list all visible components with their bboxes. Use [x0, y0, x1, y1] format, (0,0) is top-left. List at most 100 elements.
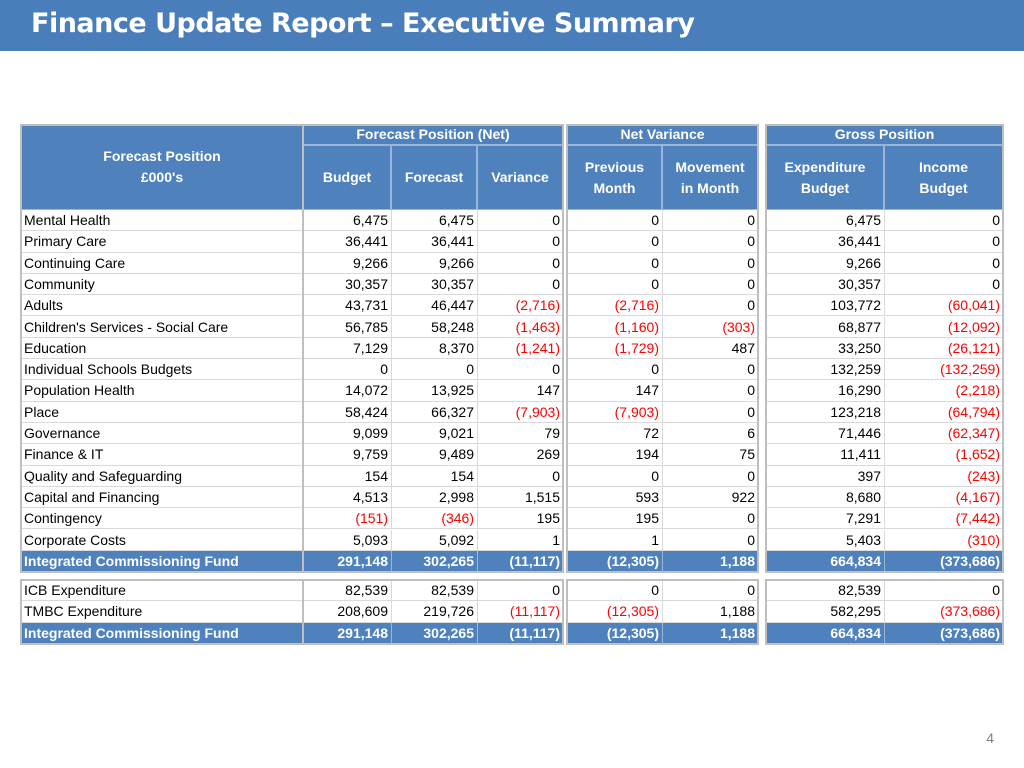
table-cell: 0: [567, 273, 662, 296]
table-cell: 0: [477, 231, 563, 253]
table-cell: 291,148: [303, 550, 391, 573]
table-cell: 0: [477, 359, 563, 381]
table-cell: 9,759: [303, 444, 391, 466]
table-cell: (11,117): [477, 601, 563, 623]
table-cell: 9,266: [391, 252, 477, 274]
table-cell: 66,327: [391, 401, 477, 423]
table-cell: 0: [567, 231, 662, 253]
table-cell: 0: [662, 359, 758, 381]
table-cell: (2,716): [567, 295, 662, 317]
table-cell: 0: [662, 295, 758, 317]
table-cell: 154: [303, 465, 391, 487]
table-cell: 593: [567, 486, 662, 509]
table-cell: (132,259): [884, 359, 1003, 381]
table-cell: 9,021: [391, 423, 477, 445]
row-label: Primary Care: [21, 231, 303, 253]
table-cell: 5,093: [303, 529, 391, 551]
table-cell: 0: [567, 210, 662, 232]
table-cell: 0: [884, 580, 1003, 602]
table-cell: 132,259: [766, 359, 884, 381]
table-cell: 0: [662, 508, 758, 530]
row-label: Place: [21, 402, 303, 423]
row-label-header-line2: £000's: [140, 169, 184, 185]
table-cell: (346): [391, 508, 477, 530]
row-label-header: Forecast Position £000's: [21, 124, 303, 210]
table-cell: 0: [477, 580, 563, 602]
table-cell: 9,489: [391, 444, 477, 466]
row-label: Quality and Safeguarding: [21, 466, 303, 487]
row-label: Finance & IT: [21, 444, 303, 466]
title-bar: Finance Update Report – Executive Summar…: [0, 0, 1024, 51]
table-cell: (310): [884, 529, 1003, 551]
table-cell: 36,441: [391, 231, 477, 253]
table-cell: 36,441: [303, 231, 391, 253]
row-label: Capital and Financing: [21, 487, 303, 509]
table-cell: (7,442): [884, 508, 1003, 530]
table-cell: 1: [567, 529, 662, 551]
table-cell: 1,188: [662, 550, 758, 573]
row-label: TMBC Expenditure: [21, 601, 303, 623]
table-cell: 68,877: [766, 316, 884, 338]
row-label: Contingency: [21, 508, 303, 530]
table-cell: 0: [662, 401, 758, 423]
table-cell: (2,218): [884, 380, 1003, 402]
table-cell: (1,160): [567, 316, 662, 338]
budget-header: Budget: [303, 145, 391, 210]
table-cell: 208,609: [303, 601, 391, 623]
table-cell: 72: [567, 423, 662, 445]
table-cell: (62,347): [884, 423, 1003, 445]
table-cell: 5,403: [766, 529, 884, 551]
table-cell: 0: [662, 529, 758, 551]
table-cell: 58,248: [391, 316, 477, 338]
table-cell: (1,241): [477, 337, 563, 360]
forecast-header: Forecast: [391, 145, 477, 210]
income-budget-header: Income Budget: [884, 145, 1003, 210]
table-cell: 8,680: [766, 486, 884, 509]
table-cell: 664,834: [766, 550, 884, 573]
row-label: Community: [21, 274, 303, 296]
total-row-label: Integrated Commissioning Fund: [21, 622, 303, 644]
table-cell: (4,167): [884, 486, 1003, 509]
row-label: ICB Expenditure: [21, 580, 303, 602]
total-row-label: Integrated Commissioning Fund: [21, 550, 303, 573]
table-cell: 302,265: [391, 550, 477, 573]
table-cell: 2,998: [391, 486, 477, 509]
table-cell: 664,834: [766, 622, 884, 644]
table-cell: 0: [884, 210, 1003, 232]
table-cell: 75: [662, 444, 758, 466]
table-cell: 79: [477, 423, 563, 445]
table-cell: 82,539: [391, 580, 477, 602]
table-cell: 6: [662, 423, 758, 445]
table-cell: (373,686): [884, 601, 1003, 623]
table-cell: 195: [477, 508, 563, 530]
table-cell: (12,092): [884, 316, 1003, 338]
table-cell: 56,785: [303, 316, 391, 338]
table-cell: 9,266: [766, 252, 884, 274]
table-cell: 0: [391, 359, 477, 381]
table-cell: 30,357: [766, 273, 884, 296]
table-cell: (2,716): [477, 295, 563, 317]
table-cell: (26,121): [884, 337, 1003, 360]
table-cell: (373,686): [884, 622, 1003, 644]
table-cell: 14,072: [303, 380, 391, 402]
table-cell: 0: [662, 210, 758, 232]
table-cell: (1,652): [884, 444, 1003, 466]
table-cell: 71,446: [766, 423, 884, 445]
table-cell: (60,041): [884, 295, 1003, 317]
table-cell: 0: [662, 231, 758, 253]
table-cell: 46,447: [391, 295, 477, 317]
row-label: Individual Schools Budgets: [21, 359, 303, 381]
table-cell: (64,794): [884, 401, 1003, 423]
table-cell: (11,117): [477, 550, 563, 573]
table-cell: 0: [884, 252, 1003, 274]
row-label: Corporate Costs: [21, 530, 303, 551]
table-cell: 195: [567, 508, 662, 530]
table-cell: 8,370: [391, 337, 477, 360]
table-cell: 123,218: [766, 401, 884, 423]
expenditure-budget-header: Expenditure Budget: [766, 145, 884, 210]
table-cell: 0: [477, 465, 563, 487]
table-cell: 103,772: [766, 295, 884, 317]
table-cell: (12,305): [567, 601, 662, 623]
table-cell: 11,411: [766, 444, 884, 466]
gross-group-header: Gross Position: [766, 124, 1003, 145]
